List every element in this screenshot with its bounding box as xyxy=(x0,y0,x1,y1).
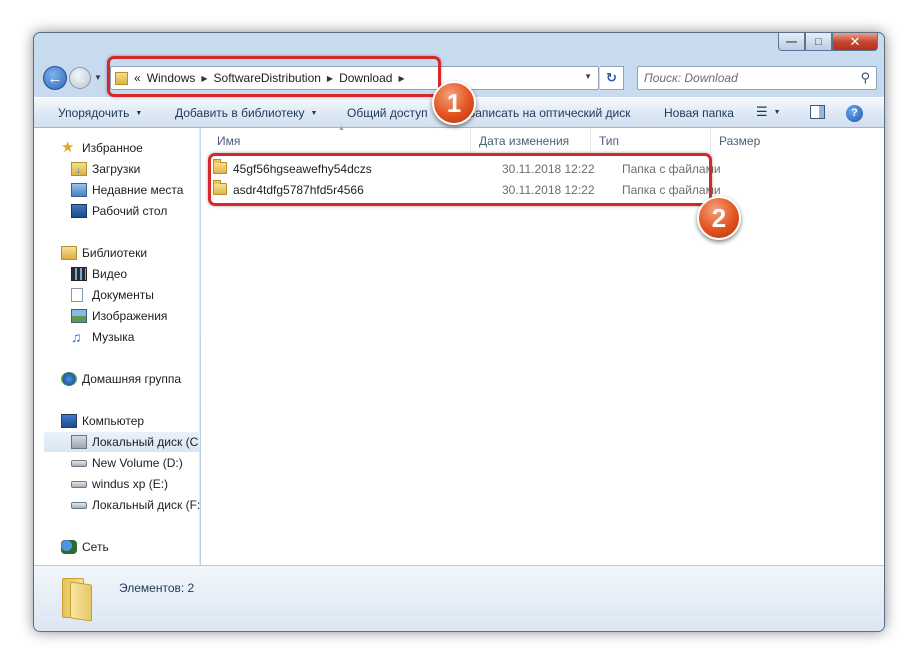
sidebar-item-label: Локальный диск (F: xyxy=(92,498,201,512)
help-icon[interactable]: ? xyxy=(846,105,863,122)
network-icon xyxy=(61,540,77,554)
add-to-library-button[interactable]: Добавить в библиотеку ▼ xyxy=(175,106,317,120)
homegroup-icon xyxy=(61,372,77,386)
burn-label: Записать на оптический диск xyxy=(468,106,631,120)
maximize-button[interactable]: □ xyxy=(805,33,832,51)
history-dropdown-icon[interactable]: ▼ xyxy=(94,73,102,82)
sidebar-item-label: Видео xyxy=(92,267,128,281)
sidebar-computer-label: Компьютер xyxy=(82,414,145,428)
chevron-down-icon[interactable]: ▼ xyxy=(584,72,592,81)
column-header-size[interactable]: Размер xyxy=(711,128,801,153)
documents-icon xyxy=(71,288,83,302)
back-arrow-icon: ← xyxy=(47,69,63,87)
music-note-icon: ♫ xyxy=(71,329,82,345)
step-badge-2: 2 xyxy=(697,196,741,240)
computer-icon xyxy=(61,414,77,428)
column-header-name[interactable]: Имя xyxy=(209,128,471,153)
add-to-library-label: Добавить в библиотеку xyxy=(175,106,305,120)
details-pane: Элементов: 2 xyxy=(34,565,884,631)
sidebar-item-label: Недавние места xyxy=(92,183,184,197)
large-folder-icon xyxy=(62,578,94,622)
system-drive-icon xyxy=(71,435,87,449)
new-folder-button[interactable]: Новая папка xyxy=(664,106,734,120)
preview-pane-icon xyxy=(810,105,825,119)
sidebar-item-label: Загрузки xyxy=(92,162,141,176)
item-count: Элементов: 2 xyxy=(119,581,195,595)
burn-button[interactable]: Записать на оптический диск xyxy=(468,106,631,120)
drive-icon xyxy=(71,459,87,467)
recent-places-icon xyxy=(71,183,87,197)
sidebar-item-label: New Volume (D:) xyxy=(92,456,183,470)
sidebar-item-label: Документы xyxy=(92,288,154,302)
sidebar-item-label: Изображения xyxy=(92,309,168,323)
drive-icon xyxy=(71,501,87,509)
column-header-type[interactable]: Тип xyxy=(591,128,711,153)
column-header-date[interactable]: Дата изменения xyxy=(471,128,591,153)
forward-button[interactable]: → xyxy=(69,67,91,89)
navigation-pane: ★ Избранное ↓ Загрузки Недавние места Ра… xyxy=(34,128,200,565)
view-list-icon: ☰ xyxy=(756,104,768,119)
close-button[interactable]: ✕ xyxy=(832,33,878,51)
chevron-down-icon: ▼ xyxy=(773,109,781,116)
share-label: Общий доступ xyxy=(347,106,428,120)
view-options-button[interactable]: ☰ ▼ xyxy=(756,104,781,120)
refresh-icon: ↻ xyxy=(606,70,617,85)
sidebar-item-label: Рабочий стол xyxy=(92,204,168,218)
downloads-icon: ↓ xyxy=(71,162,87,176)
organize-button[interactable]: Упорядочить ▼ xyxy=(58,106,142,120)
refresh-button[interactable]: ↻ xyxy=(600,66,624,90)
video-icon xyxy=(71,267,87,281)
search-placeholder: Поиск: Download xyxy=(644,71,738,85)
preview-pane-button[interactable] xyxy=(810,105,825,122)
sidebar-network-label: Сеть xyxy=(82,540,109,554)
forward-arrow-icon: → xyxy=(72,69,88,87)
search-icon[interactable]: ⚲ xyxy=(860,70,870,86)
sidebar-item-label: Локальный диск (C xyxy=(92,435,199,449)
share-button[interactable]: Общий доступ xyxy=(347,106,428,120)
window-caption-buttons: — □ ✕ xyxy=(778,33,878,51)
search-input[interactable]: Поиск: Download ⚲ xyxy=(637,66,877,90)
minimize-button[interactable]: — xyxy=(778,33,805,51)
sidebar-favorites-label: Избранное xyxy=(82,141,143,155)
step-badge-1: 1 xyxy=(432,81,476,125)
libraries-icon xyxy=(61,246,77,260)
desktop-icon xyxy=(71,204,87,218)
pictures-icon xyxy=(71,309,87,323)
star-icon: ★ xyxy=(61,139,75,156)
new-folder-label: Новая папка xyxy=(664,106,734,120)
files-highlight-box xyxy=(208,153,712,206)
sidebar-libraries-label: Библиотеки xyxy=(82,246,148,260)
sidebar-homegroup-label: Домашняя группа xyxy=(82,372,182,386)
chevron-down-icon: ▼ xyxy=(310,110,318,117)
sidebar-item-drive-c[interactable]: Локальный диск (C xyxy=(44,432,200,452)
drive-icon xyxy=(71,480,87,488)
back-button[interactable]: ← xyxy=(43,66,67,90)
address-highlight-box xyxy=(107,56,441,97)
sidebar-item-label: Музыка xyxy=(92,330,135,344)
chevron-down-icon: ▼ xyxy=(135,110,143,117)
organize-label: Упорядочить xyxy=(58,106,130,120)
sidebar-item-label: windus xp (E:) xyxy=(92,477,169,491)
